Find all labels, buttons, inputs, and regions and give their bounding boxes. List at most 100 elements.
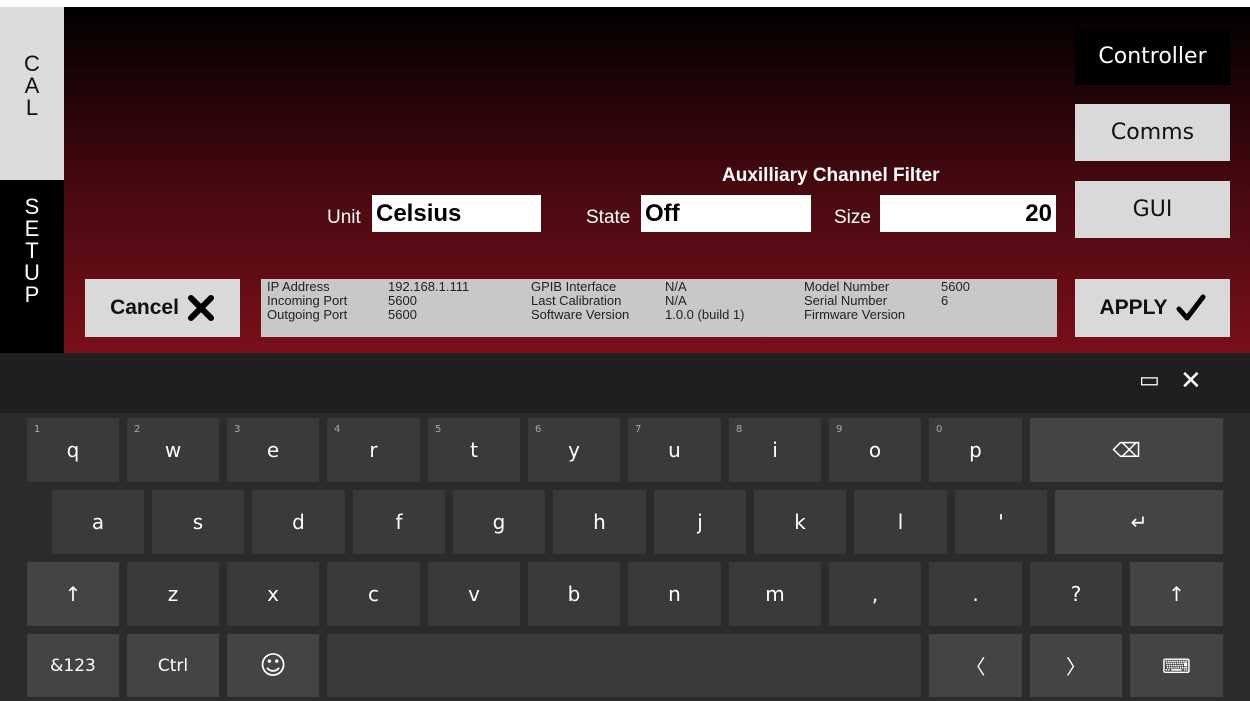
software-version-value: 1.0.0 (build 1) [665,307,745,322]
filter-title: Auxilliary Channel Filter [722,165,940,186]
serial-number-value: 6 [941,293,949,308]
key-apostrophe[interactable]: ' [955,490,1047,554]
key-f[interactable]: f [353,490,445,554]
info-col1-labels: IP Address Incoming Port Outgoing Port [267,280,347,322]
x-icon [187,295,214,321]
comms-button[interactable]: Comms [1075,104,1230,161]
key-shift-left[interactable]: ↑ [27,562,119,626]
key-r[interactable]: 4r [327,418,420,482]
key-n[interactable]: n [628,562,721,626]
key-q[interactable]: 1q [27,418,119,482]
incoming-port-value: 5600 [388,293,417,308]
key-label: s [192,510,204,534]
key-shift-right[interactable]: ↑ [1130,562,1223,626]
info-label: Serial Number [804,293,888,308]
info-col2-values: N/A N/A 1.0.0 (build 1) [665,280,745,322]
key-c[interactable]: c [327,562,420,626]
key-v[interactable]: v [428,562,520,626]
key-label: r [369,438,378,462]
info-col3-values: 5600 6 [941,280,970,322]
key-num: 2 [134,424,141,435]
key-num: 4 [334,424,341,435]
controller-button[interactable]: Controller [1075,28,1230,85]
key-label: &123 [50,655,96,676]
emoji-icon: ☺ [259,650,287,681]
key-i[interactable]: 8i [729,418,821,482]
size-label: Size [834,207,871,228]
key-a[interactable]: a [52,490,144,554]
size-field[interactable]: 20 [880,195,1056,232]
key-num: 6 [535,424,542,435]
key-l[interactable]: l [854,490,947,554]
key-h[interactable]: h [553,490,646,554]
key-label: i [772,438,778,462]
key-d[interactable]: d [252,490,345,554]
key-label: e [266,438,280,462]
key-b[interactable]: b [528,562,620,626]
apply-button[interactable]: APPLY [1075,279,1230,337]
key-num: 8 [736,424,743,435]
tab-setup[interactable]: S E T U P [0,180,64,353]
key-right[interactable]: 〉 [1030,634,1122,697]
shift-icon: ↑ [1168,582,1185,606]
key-e[interactable]: 3e [227,418,319,482]
key-m[interactable]: m [729,562,821,626]
unit-label: Unit [327,207,361,228]
key-keyboard-options[interactable]: ⌨ [1130,634,1223,697]
key-x[interactable]: x [227,562,319,626]
ip-address-value: 192.168.1.111 [388,279,470,294]
key-t[interactable]: 5t [428,418,520,482]
key-label: g [492,510,506,534]
info-label: Firmware Version [804,307,906,322]
key-j[interactable]: j [654,490,746,554]
info-label: Software Version [531,307,630,322]
key-label: f [395,510,403,534]
key-label: z [167,582,179,606]
key-label: o [868,438,882,462]
key-y[interactable]: 6y [528,418,620,482]
key-ctrl[interactable]: Ctrl [127,634,219,697]
key-z[interactable]: z [127,562,219,626]
key-k[interactable]: k [754,490,846,554]
key-p[interactable]: 0p [929,418,1022,482]
key-u[interactable]: 7u [628,418,721,482]
key-w[interactable]: 2w [127,418,219,482]
gpib-value: N/A [665,279,687,294]
key-label: x [267,582,279,606]
key-backspace[interactable]: ⌫ [1030,418,1223,482]
key-label: t [470,438,478,462]
shift-icon: ↑ [64,582,82,606]
tab-cal[interactable]: C A L [0,7,64,180]
state-field[interactable]: Off [641,195,811,232]
info-label: Outgoing Port [267,307,348,322]
firmware-version-value [941,308,970,322]
setup-panel: Controller Comms GUI Auxilliary Channel … [64,7,1250,353]
close-icon[interactable]: ✕ [1180,365,1202,396]
state-label: State [586,207,631,228]
key-s[interactable]: s [152,490,244,554]
key-emoji[interactable]: ☺ [227,634,319,697]
info-label: Last Calibration [531,293,622,308]
key-period[interactable]: . [929,562,1022,626]
key-label: k [794,510,806,534]
chevron-right-icon: 〉 [1066,655,1086,679]
key-enter[interactable]: ↵ [1055,490,1223,554]
key-label: ' [998,510,1004,534]
key-question[interactable]: ? [1030,562,1122,626]
info-col2-labels: GPIB Interface Last Calibration Software… [531,280,629,322]
key-label: p [969,438,982,462]
dock-icon[interactable]: ▭ [1139,367,1160,393]
backspace-icon: ⌫ [1112,438,1141,462]
key-o[interactable]: 9o [829,418,921,482]
key-comma[interactable]: , [829,562,921,626]
unit-field[interactable]: Celsius [372,195,541,232]
cancel-button[interactable]: Cancel [85,279,240,337]
last-calibration-value: N/A [665,293,687,308]
key-symbols[interactable]: &123 [27,634,119,697]
key-space[interactable] [327,634,921,697]
key-label: . [972,582,979,606]
tab-cal-letter: L [25,95,39,120]
gui-button[interactable]: GUI [1075,181,1230,238]
key-left[interactable]: 〈 [929,634,1022,697]
key-g[interactable]: g [453,490,545,554]
